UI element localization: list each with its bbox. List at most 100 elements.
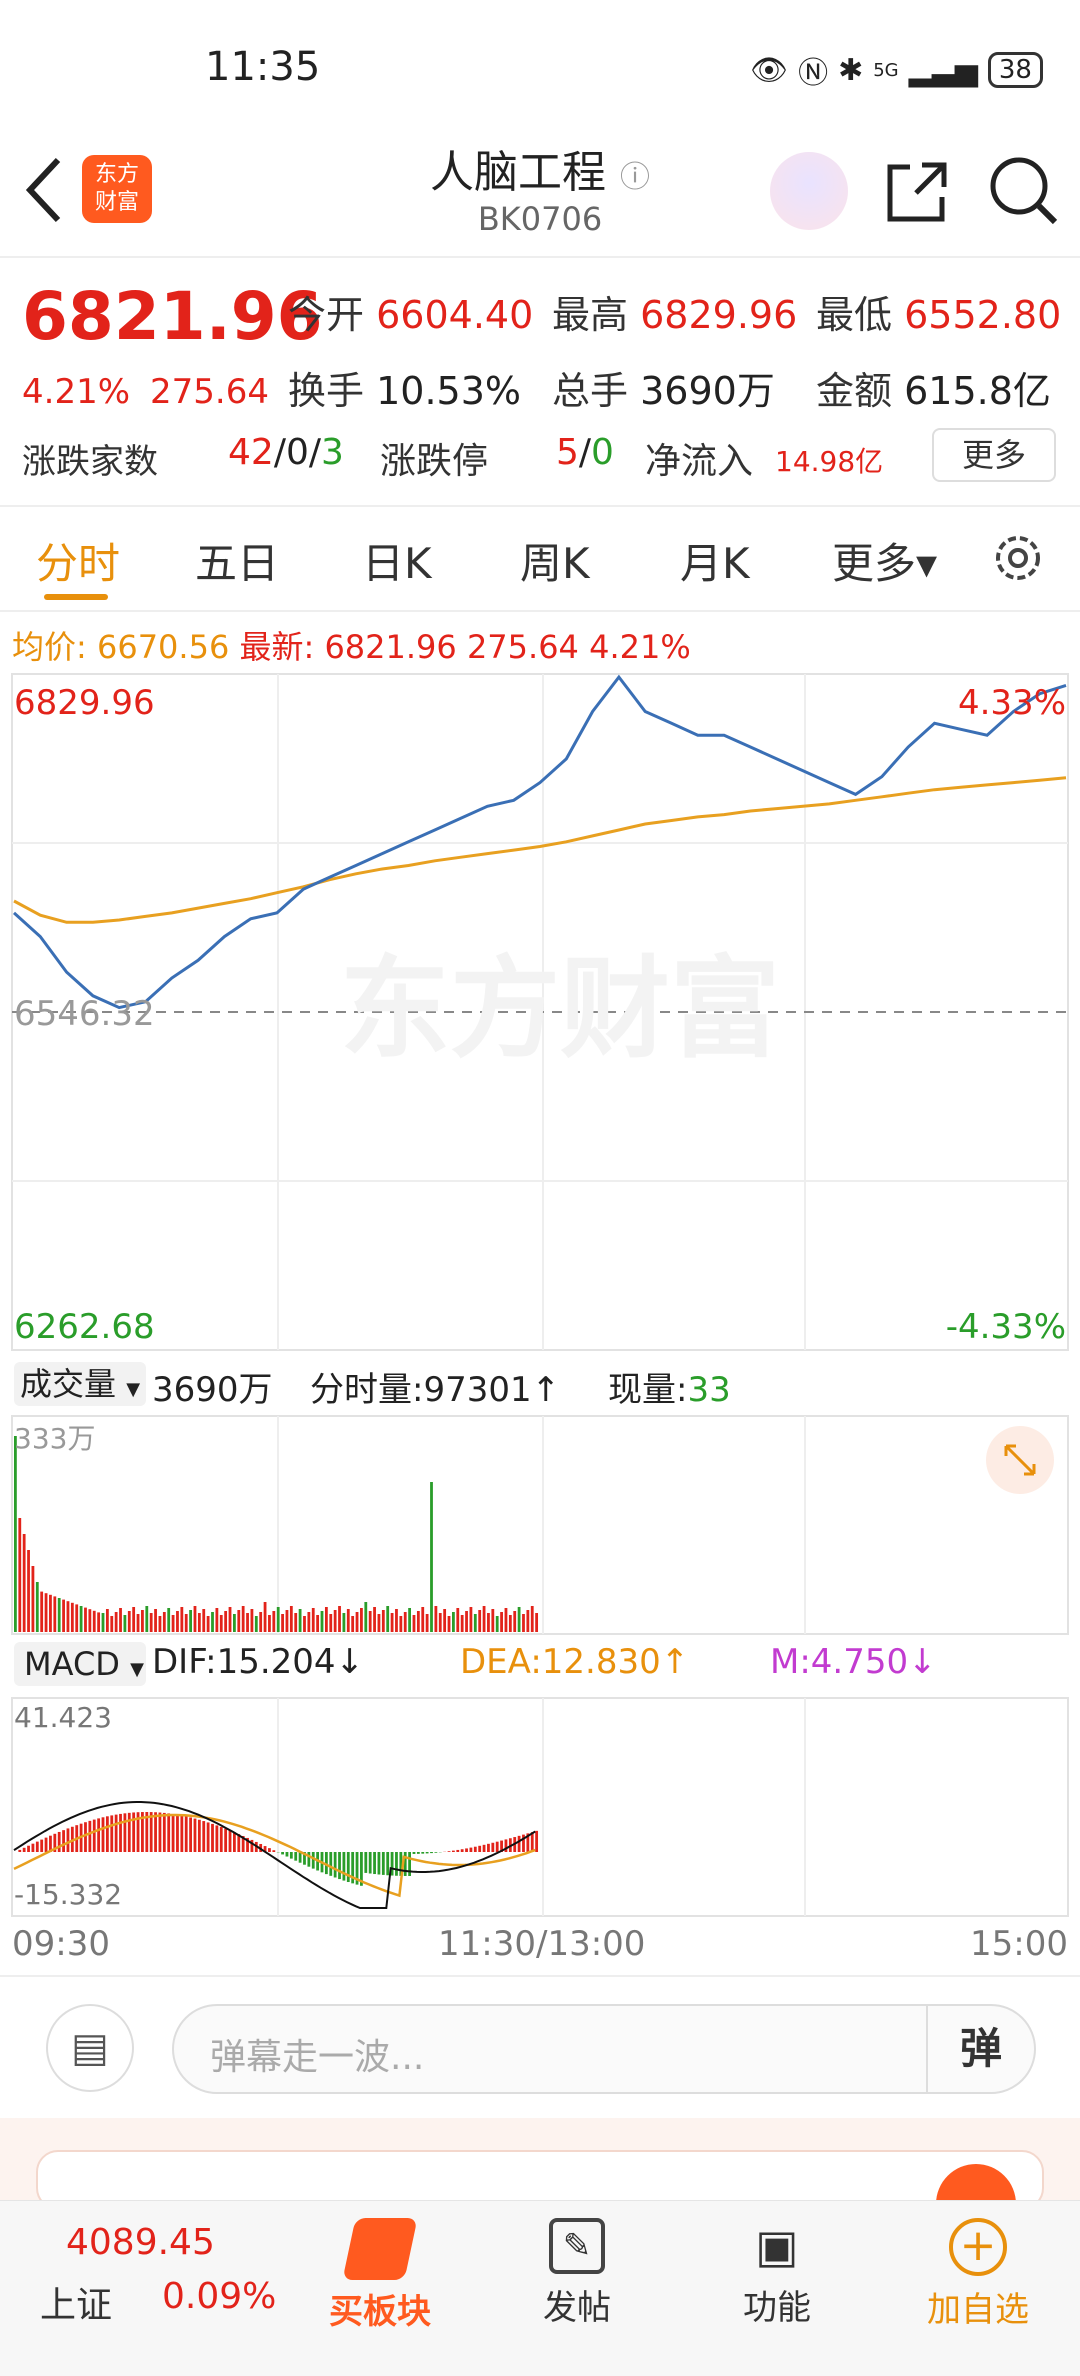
volume-bar xyxy=(193,1606,197,1632)
volume-bar xyxy=(49,1594,52,1632)
volume-bar xyxy=(22,1534,26,1632)
info-icon[interactable]: ⓘ xyxy=(620,160,650,195)
volume-bar xyxy=(412,1615,416,1632)
volume-bar xyxy=(482,1606,486,1632)
tab-more[interactable]: 更多▾ xyxy=(832,530,937,591)
tab-daily-k[interactable]: 日K xyxy=(362,530,432,591)
open-label: 今开 xyxy=(288,293,365,337)
nav-add-favorite[interactable]: + 加自选 xyxy=(908,2218,1048,2331)
volume-bar xyxy=(465,1611,468,1632)
volume-bar xyxy=(307,1612,311,1632)
volume-bar xyxy=(162,1612,166,1632)
volume-bar xyxy=(184,1614,188,1632)
share-icon[interactable] xyxy=(880,155,952,227)
nav-functions[interactable]: ▣ 功能 xyxy=(712,2218,842,2329)
tab-monthly-k[interactable]: 月K xyxy=(680,530,750,591)
danmu-toggle-button[interactable]: 弹 xyxy=(926,2006,1034,2092)
macd-indicator-select[interactable]: MACD ▼ xyxy=(14,1642,146,1686)
macd-bar xyxy=(57,1831,61,1852)
volume-bar xyxy=(114,1612,118,1632)
more-button[interactable]: 更多 xyxy=(932,428,1056,482)
macd-bar xyxy=(482,1844,486,1852)
avg-price-series xyxy=(13,776,1067,924)
macd-bar xyxy=(421,1852,425,1854)
volume-bar xyxy=(377,1614,381,1632)
volume-bar xyxy=(434,1606,438,1632)
amount-field: 金额 615.8亿 xyxy=(816,360,1051,415)
amount-value: 615.8亿 xyxy=(904,369,1051,413)
nav-post[interactable]: ✎ 发帖 xyxy=(512,2218,642,2329)
macd-bar xyxy=(329,1852,333,1876)
index-value[interactable]: 4089.45 xyxy=(66,2222,215,2263)
volume-bar xyxy=(263,1602,267,1632)
macd-bar xyxy=(412,1852,416,1854)
volume-indicator-select[interactable]: 成交量 ▼ xyxy=(14,1362,146,1406)
volume-bar xyxy=(364,1602,368,1632)
intraday-chart[interactable]: 东方财富 6829.96 6546.32 6262.68 4.33% -4.33… xyxy=(0,672,1080,1352)
volume-bar xyxy=(14,1436,17,1632)
volume-bar xyxy=(136,1614,140,1632)
macd-bar xyxy=(386,1852,390,1876)
current-volume-label: 现量: xyxy=(608,1370,688,1410)
macd-bar xyxy=(416,1852,420,1854)
volume-label: 总手 xyxy=(552,369,629,413)
limit-label: 涨跌停 xyxy=(380,441,489,482)
network-label: 5G xyxy=(873,59,899,81)
index-name[interactable]: 上证 xyxy=(40,2276,112,2328)
macd-bar xyxy=(473,1846,477,1852)
tab-five-day[interactable]: 五日 xyxy=(195,530,279,591)
macd-bar xyxy=(368,1852,372,1874)
volume-chart[interactable]: 333万 xyxy=(0,1414,1080,1636)
macd-bar xyxy=(491,1842,495,1852)
macd-bar xyxy=(233,1832,236,1852)
volume-bar xyxy=(88,1609,92,1632)
macd-bar xyxy=(342,1852,346,1881)
volume-bar xyxy=(526,1610,530,1632)
robot-assistant-icon[interactable] xyxy=(770,152,848,230)
volume-bar xyxy=(167,1608,171,1632)
watermark: 东方财富 xyxy=(340,945,780,1073)
macd-bar xyxy=(294,1852,298,1861)
ai-banner[interactable] xyxy=(0,2118,1080,2244)
nav-buy-board[interactable]: 买板块 xyxy=(310,2218,450,2333)
volume-bar xyxy=(75,1604,79,1632)
tab-weekly-k[interactable]: 周K xyxy=(520,530,590,591)
macd-bar xyxy=(530,1832,534,1852)
volume-bar xyxy=(421,1607,425,1632)
current-volume: 现量:33 xyxy=(608,1362,731,1411)
volume-bar xyxy=(416,1611,420,1632)
search-icon[interactable] xyxy=(985,152,1061,228)
macd-bar xyxy=(97,1818,101,1852)
volume-bar xyxy=(105,1609,109,1632)
edit-icon: ✎ xyxy=(549,2218,605,2274)
volume-bar xyxy=(154,1609,157,1632)
active-tab-indicator xyxy=(44,594,108,600)
macd-bar xyxy=(66,1828,70,1852)
macd-bar xyxy=(189,1817,192,1852)
volume-bar xyxy=(119,1608,122,1632)
volume-bar xyxy=(329,1614,333,1632)
macd-bar xyxy=(105,1816,109,1852)
divider xyxy=(0,256,1080,258)
macd-bar xyxy=(88,1820,92,1852)
macd-bar xyxy=(35,1841,39,1852)
volume-bar xyxy=(491,1609,495,1632)
volume-bar xyxy=(430,1482,433,1632)
low-label: 最低 xyxy=(816,293,893,337)
y-bottom-label: 6262.68 xyxy=(14,1307,155,1347)
macd-chart[interactable]: 41.423 -15.332 xyxy=(0,1696,1080,1918)
gear-icon[interactable] xyxy=(990,530,1046,586)
tab-intraday[interactable]: 分时 xyxy=(36,530,120,591)
volume-bar xyxy=(268,1615,271,1632)
macd-bar xyxy=(154,1812,157,1852)
x-label-mid: 11:30/13:00 xyxy=(438,1924,646,1964)
danmu-input[interactable]: 弹幕走一波... 弹 xyxy=(172,2004,1036,2094)
volume-bar xyxy=(324,1607,328,1632)
volume-bar xyxy=(500,1612,503,1632)
volume-bar xyxy=(338,1606,341,1632)
volume-bar xyxy=(97,1612,101,1632)
index-pct[interactable]: 0.09% xyxy=(162,2276,276,2317)
notes-icon[interactable]: ▤ xyxy=(46,2004,134,2092)
volume-bar xyxy=(381,1610,385,1632)
macd-m: M:4.750↓ xyxy=(770,1642,937,1682)
